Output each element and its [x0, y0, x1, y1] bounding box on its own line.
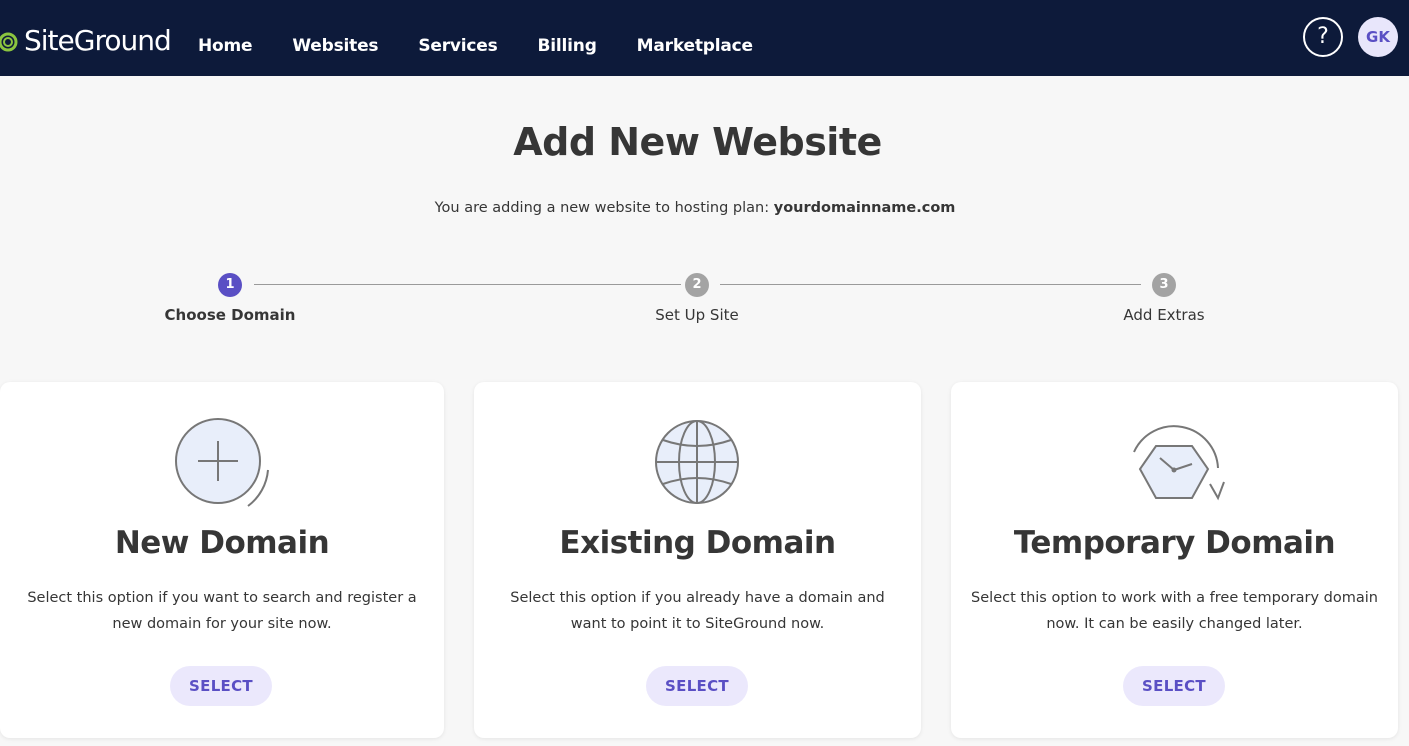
subtitle-text: You are adding a new website to hosting …	[434, 200, 774, 216]
hosting-plan-subtitle: You are adding a new website to hosting …	[0, 200, 1390, 216]
nav-home[interactable]: Home	[198, 36, 253, 56]
step-1-number: 1	[218, 273, 242, 297]
logo-text: SiteGround	[24, 23, 172, 57]
siteground-logo[interactable]: SiteGround	[0, 20, 172, 60]
main-nav: Home Websites Services Billing Marketpla…	[198, 36, 753, 56]
select-existing-domain-button[interactable]: SELECT	[646, 666, 748, 706]
plan-domain: yourdomainname.com	[773, 200, 956, 216]
progress-stepper: 1 Choose Domain 2 Set Up Site 3 Add Extr…	[0, 270, 1409, 330]
select-new-domain-button[interactable]: SELECT	[170, 666, 272, 706]
select-temporary-domain-button[interactable]: SELECT	[1123, 666, 1225, 706]
step-connector	[720, 284, 1141, 285]
nav-services[interactable]: Services	[418, 36, 497, 56]
clock-icon	[1133, 425, 1225, 501]
step-connector	[254, 284, 681, 285]
top-navigation-bar: SiteGround Home Websites Services Billin…	[0, 0, 1409, 76]
new-domain-card[interactable]: New Domain Select this option if you wan…	[0, 382, 444, 738]
plus-circle-icon	[175, 418, 269, 507]
page-title: Add New Website	[513, 120, 882, 164]
help-icon[interactable]: ?	[1303, 17, 1343, 57]
temporary-domain-card[interactable]: Temporary Domain Select this option to w…	[951, 382, 1398, 738]
card-title: Existing Domain	[559, 525, 836, 561]
existing-domain-card[interactable]: Existing Domain Select this option if yo…	[474, 382, 921, 738]
step-2-label: Set Up Site	[655, 306, 739, 324]
globe-icon	[655, 420, 739, 504]
step-1-label: Choose Domain	[164, 306, 296, 324]
card-title: New Domain	[114, 525, 330, 561]
nav-websites[interactable]: Websites	[292, 36, 378, 56]
nav-marketplace[interactable]: Marketplace	[637, 36, 753, 56]
card-description: Select this option if you already have a…	[510, 590, 885, 632]
logo-swirl-icon	[0, 32, 18, 52]
card-title: Temporary Domain	[1013, 525, 1336, 561]
card-description: Select this option to work with a free t…	[971, 590, 1378, 632]
step-3-number: 3	[1152, 273, 1176, 297]
card-description: Select this option if you want to search…	[27, 590, 417, 632]
nav-billing[interactable]: Billing	[538, 36, 597, 56]
user-avatar[interactable]: GK	[1358, 17, 1398, 57]
step-3-label: Add Extras	[1123, 306, 1205, 324]
step-2-number: 2	[685, 273, 709, 297]
